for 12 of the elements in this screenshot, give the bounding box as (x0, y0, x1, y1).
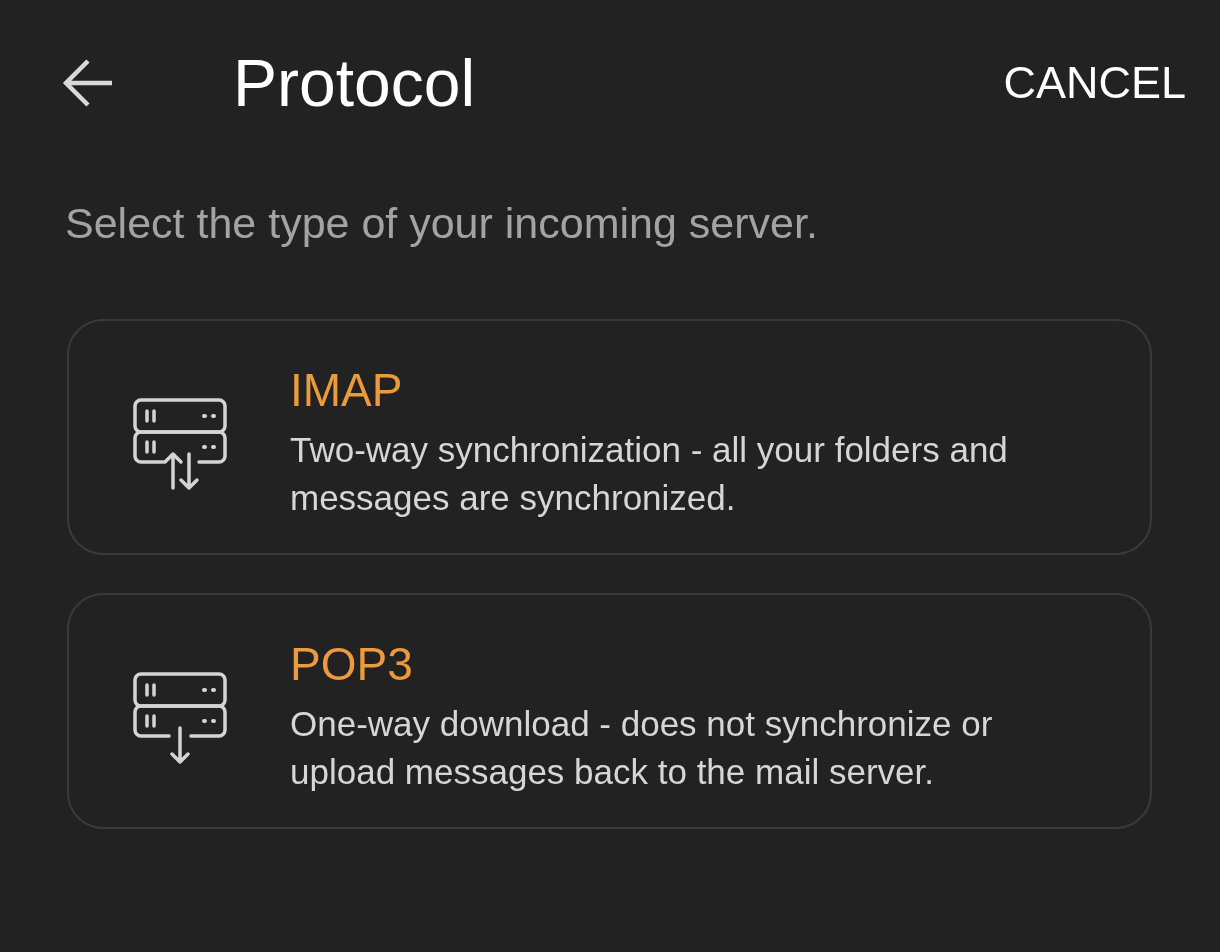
protocol-option-card[interactable]: POP3 One-way download - does not synchronize or upload messages back to the mail server. (67, 593, 1152, 829)
instruction-text: Select the type of your incoming server. (65, 198, 818, 248)
server-sync-icon (133, 398, 227, 492)
page-title: Protocol (233, 45, 477, 122)
back-arrow-icon (62, 57, 114, 109)
protocol-name: POP3 (290, 637, 414, 692)
protocol-description: Two-way synchronization - all your folders and messages are synchronized. (290, 429, 1009, 519)
protocol-option-card[interactable]: IMAP Two-way synchronization - all your folders and messages are synchronized. (67, 319, 1152, 555)
protocol-description: One-way download - does not synchronize or upload messages back to the mail server. (290, 703, 994, 793)
protocol-name: IMAP (290, 363, 404, 418)
server-download-icon (133, 672, 227, 766)
cancel-button[interactable]: CANCEL (1003, 51, 1186, 115)
